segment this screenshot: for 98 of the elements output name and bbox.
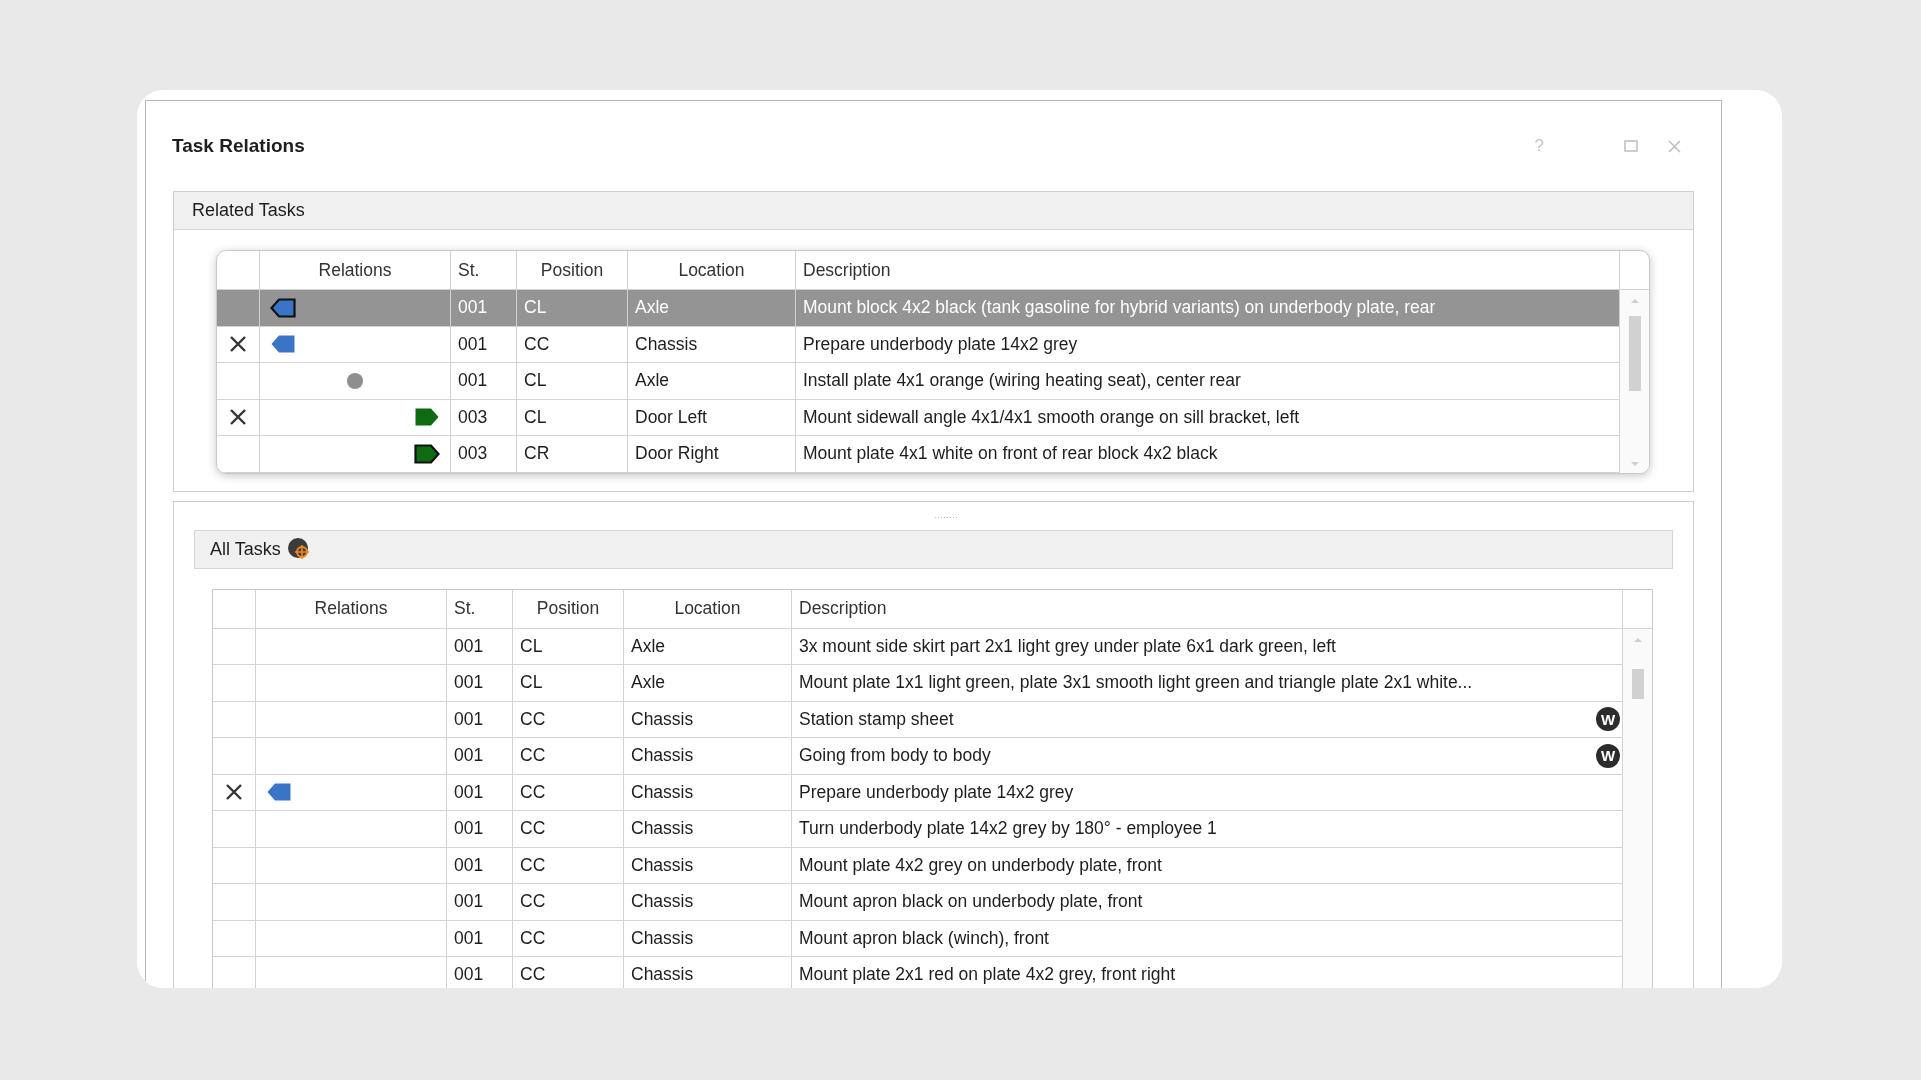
table-cell: Chassis <box>628 326 796 363</box>
table-cell: Chassis <box>624 738 792 775</box>
table-cell: CC <box>513 738 624 775</box>
table-cell: 001 <box>447 884 513 921</box>
scroll-thumb[interactable] <box>1631 668 1644 699</box>
w-badge: W <box>1596 743 1620 768</box>
table-row[interactable]: 001 CC Chassis Prepare underbody plate 14x2 grey <box>213 774 1623 811</box>
table-cell: Station stamp sheet <box>799 708 954 730</box>
table-cell: CL <box>513 628 624 665</box>
table-cell: CL <box>513 665 624 702</box>
maximize-icon[interactable] <box>1624 140 1638 152</box>
scrollbar[interactable] <box>1623 628 1652 988</box>
splitter-grip[interactable] <box>933 515 958 519</box>
table-row[interactable]: 001 CC Chassis Mount apron black (winch), front <box>213 920 1623 957</box>
table-row[interactable]: 001 CL Axle Install plate 4x1 orange (wiring heating seat), center rear <box>217 363 1620 400</box>
table-cell: Door Right <box>628 436 796 473</box>
column-header[interactable] <box>213 589 256 629</box>
scroll-up-icon[interactable] <box>1629 298 1640 304</box>
table-cell: Prepare underbody plate 14x2 grey <box>799 781 1074 803</box>
table-row[interactable]: 001 CC Chassis Turn underbody plate 14x2 grey by 180° - employee 1 <box>213 811 1623 848</box>
table-cell: Chassis <box>624 884 792 921</box>
table-cell: CC <box>513 811 624 848</box>
table-cell: Mount plate 4x2 grey on underbody plate, front <box>799 854 1162 876</box>
table-row[interactable]: 001 CC Chassis Station stamp sheet W <box>213 701 1623 738</box>
table-row[interactable]: 001 CC Chassis Mount apron black on underbody plate, front <box>213 884 1623 921</box>
group-title: All Tasks <box>210 538 281 560</box>
table-cell: 001 <box>451 326 517 363</box>
column-header[interactable]: Relations <box>256 589 447 629</box>
close-icon[interactable] <box>1668 139 1681 153</box>
column-header[interactable]: Description <box>792 589 1623 629</box>
column-header[interactable]: St. <box>447 589 513 629</box>
table-cell: Chassis <box>624 774 792 811</box>
table-row[interactable]: 003 CR Door Right Mount plate 4x1 white on front of rear block 4x2 black <box>217 436 1620 473</box>
table-cell: 001 <box>447 847 513 884</box>
cross-icon[interactable] <box>225 783 243 802</box>
table-cell: Install plate 4x1 orange (wiring heating seat), center rear <box>803 370 1241 392</box>
table-cell: Chassis <box>624 847 792 884</box>
cross-icon[interactable] <box>229 335 247 354</box>
column-header[interactable]: Location <box>624 589 792 629</box>
table-cell: 001 <box>447 920 513 957</box>
target-icon[interactable] <box>286 537 311 561</box>
table-cell: CL <box>517 399 628 436</box>
table-row[interactable]: 001 CC Chassis Prepare underbody plate 14x2 grey <box>217 326 1620 363</box>
table-cell: Mount sidewall angle 4x1/4x1 smooth orange on sill bracket, left <box>803 406 1300 428</box>
table-cell: 001 <box>447 811 513 848</box>
table-cell: 001 <box>447 957 513 988</box>
table-cell: Axle <box>628 363 796 400</box>
table-row[interactable]: 001 CL Axle Mount plate 1x1 light green, plate 3x1 smooth light green and triangle plate 2x1 white... <box>213 665 1623 702</box>
scroll-down-icon[interactable] <box>1629 460 1640 467</box>
table-row[interactable]: 001 CL Axle 3x mount side skirt part 2x1 light grey under plate 6x1 dark green, left <box>213 628 1623 665</box>
table-cell: CR <box>517 436 628 473</box>
table-row[interactable]: 001 CC Chassis Going from body to body W <box>213 738 1623 775</box>
window-title: Task Relations <box>172 135 305 157</box>
table-cell: CC <box>513 774 624 811</box>
table-cell: Mount plate 4x1 white on front of rear block 4x2 black <box>803 443 1218 465</box>
table-cell: 3x mount side skirt part 2x1 light grey under plate 6x1 dark green, left <box>799 635 1336 657</box>
table-cell: 001 <box>447 665 513 702</box>
table-cell: 003 <box>451 436 517 473</box>
table-cell: Prepare underbody plate 14x2 grey <box>803 333 1078 355</box>
table-cell: CL <box>517 290 628 327</box>
table-cell: 001 <box>451 290 517 327</box>
table-cell: 001 <box>447 738 513 775</box>
scroll-up-icon[interactable] <box>1632 636 1643 643</box>
column-header[interactable]: Position <box>513 589 624 629</box>
table-cell: Chassis <box>624 811 792 848</box>
table-cell: CC <box>513 884 624 921</box>
w-badge: W <box>1596 707 1620 732</box>
table-cell: Axle <box>624 628 792 665</box>
table-cell: 003 <box>451 399 517 436</box>
table-cell: Turn underbody plate 14x2 grey by 180° - employee 1 <box>799 818 1217 840</box>
table-row[interactable]: 001 CC Chassis Mount plate 4x2 grey on underbody plate, front <box>213 847 1623 884</box>
table-cell: CC <box>513 847 624 884</box>
scroll-thumb[interactable] <box>1628 316 1641 391</box>
scrollbar[interactable] <box>1620 290 1649 473</box>
table-cell: Mount block 4x2 black (tank gasoline for hybrid variants) on underbody plate, rear <box>803 297 1436 319</box>
table-cell: 001 <box>447 774 513 811</box>
table-cell: Chassis <box>624 920 792 957</box>
table-cell: Mount plate 2x1 red on plate 4x2 grey, front right <box>799 964 1176 986</box>
table-cell: Axle <box>624 665 792 702</box>
table-cell: Mount apron black on underbody plate, front <box>799 891 1143 913</box>
table-cell: CC <box>513 957 624 988</box>
table-cell: CC <box>513 920 624 957</box>
table-cell: CC <box>517 326 628 363</box>
table-cell: Axle <box>628 290 796 327</box>
table-cell: Chassis <box>624 957 792 988</box>
table-cell: 001 <box>451 363 517 400</box>
table-cell: Going from body to body <box>799 745 991 767</box>
table-cell: CL <box>517 363 628 400</box>
table-row[interactable]: 003 CL Door Left Mount sidewall angle 4x1/4x1 smooth orange on sill bracket, left <box>217 399 1620 436</box>
table-cell: 001 <box>447 701 513 738</box>
table-cell: Mount apron black (winch), front <box>799 927 1049 949</box>
table-cell: Door Left <box>628 399 796 436</box>
table-cell: Mount plate 1x1 light green, plate 3x1 smooth light green and triangle plate 2x1 white... <box>799 672 1473 694</box>
cross-icon[interactable] <box>229 408 247 427</box>
group-title: Related Tasks <box>192 200 305 221</box>
table-cell: 001 <box>447 628 513 665</box>
table-cell: CC <box>513 701 624 738</box>
table-cell: Chassis <box>624 701 792 738</box>
